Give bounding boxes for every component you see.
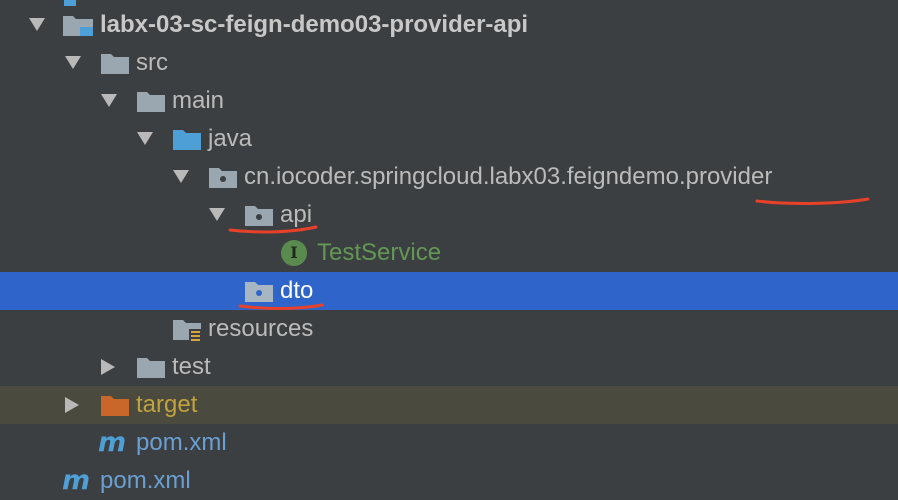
expand-arrow-icon[interactable] xyxy=(172,158,192,196)
interface-icon: I xyxy=(280,234,308,272)
pom-module-label: pom.xml xyxy=(136,429,227,456)
expand-arrow-icon[interactable] xyxy=(28,6,48,44)
interface-badge: I xyxy=(290,243,298,262)
target-label: target xyxy=(136,391,198,418)
package-icon xyxy=(244,196,276,234)
folder-icon xyxy=(100,44,132,82)
pom-root-label: pom.xml xyxy=(100,467,191,494)
package-icon xyxy=(208,158,240,196)
tree-row-pom-module[interactable]: m pom.xml xyxy=(0,424,898,462)
maven-badge: m xyxy=(98,427,127,458)
tree-row-java[interactable]: java xyxy=(0,120,898,158)
source-folder-icon xyxy=(172,120,204,158)
tree-row-testservice[interactable]: I TestService xyxy=(0,234,898,272)
tree-row-dto[interactable]: dto xyxy=(0,272,898,310)
maven-badge: m xyxy=(62,465,91,496)
folder-icon xyxy=(136,82,168,120)
tree-row-target[interactable]: target xyxy=(0,386,898,424)
expand-arrow-icon[interactable] xyxy=(100,82,120,120)
tree-row-main[interactable]: main xyxy=(0,82,898,120)
api-label: api xyxy=(280,201,313,228)
expand-arrow-icon[interactable] xyxy=(136,120,156,158)
folder-icon xyxy=(136,348,168,386)
dto-label: dto xyxy=(280,277,314,304)
tree-row-module[interactable]: labx-03-sc-feign-demo03-provider-api xyxy=(0,6,898,44)
module-label: labx-03-sc-feign-demo03-provider-api xyxy=(100,11,529,38)
resources-label: resources xyxy=(208,315,314,342)
testservice-label: TestService xyxy=(317,239,442,266)
collapse-arrow-icon[interactable] xyxy=(100,348,120,386)
module-folder-icon xyxy=(62,6,94,44)
collapse-arrow-icon[interactable] xyxy=(64,386,84,424)
src-label: src xyxy=(136,49,168,76)
expand-arrow-icon[interactable] xyxy=(64,44,84,82)
package-icon xyxy=(244,272,276,310)
resources-folder-icon xyxy=(172,310,204,348)
maven-icon: m xyxy=(98,424,132,462)
tree-row-test[interactable]: test xyxy=(0,348,898,386)
tree-row-src[interactable]: src xyxy=(0,44,898,82)
project-tree: labx-03-sc-feign-demo03-provider-api src… xyxy=(0,0,898,496)
tree-row-api[interactable]: api xyxy=(0,196,898,234)
excluded-folder-icon xyxy=(100,386,132,424)
package-label: cn.iocoder.springcloud.labx03.feigndemo.… xyxy=(244,163,773,190)
main-label: main xyxy=(172,87,225,114)
tree-row-resources[interactable]: resources xyxy=(0,310,898,348)
java-label: java xyxy=(208,125,253,152)
maven-icon: m xyxy=(62,462,96,500)
tree-row-package[interactable]: cn.iocoder.springcloud.labx03.feigndemo.… xyxy=(0,158,898,196)
expand-arrow-icon[interactable] xyxy=(208,196,228,234)
test-label: test xyxy=(172,353,211,380)
tree-row-pom-root[interactable]: m pom.xml xyxy=(0,462,898,500)
